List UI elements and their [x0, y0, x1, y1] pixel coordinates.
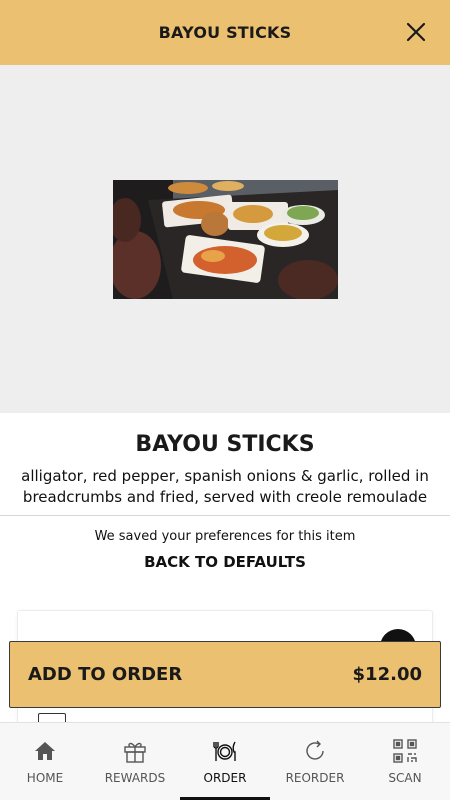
bottom-tab-bar: HOME REWARDS ORDER REORDER SCAN [0, 722, 450, 800]
tab-label: SCAN [388, 771, 422, 785]
refresh-icon [306, 740, 324, 760]
item-image-area [0, 65, 450, 413]
tab-label: HOME [26, 771, 64, 785]
home-icon [35, 742, 55, 760]
add-to-order-button[interactable]: ADD TO ORDER $12.00 [9, 641, 441, 708]
tab-home[interactable]: HOME [0, 723, 90, 800]
tab-order[interactable]: ORDER [180, 723, 270, 800]
item-title: BAYOU STICKS [135, 432, 315, 457]
item-photo [112, 179, 338, 299]
header-bar: BAYOU STICKS [0, 0, 450, 65]
preferences-note: We saved your preferences for this item [94, 529, 356, 544]
tab-label: REORDER [285, 771, 345, 785]
item-price: $12.00 [352, 664, 422, 685]
plate-cutlery-icon [213, 741, 236, 761]
tab-label: ORDER [203, 771, 247, 785]
add-to-order-label: ADD TO ORDER [28, 664, 183, 685]
tab-reorder[interactable]: REORDER [270, 723, 360, 800]
close-icon[interactable] [402, 18, 430, 46]
item-description: alligator, red pepper, spanish onions & … [21, 467, 429, 506]
page-title: BAYOU STICKS [158, 23, 292, 42]
gift-icon [124, 742, 146, 763]
tab-label: REWARDS [104, 771, 166, 785]
divider [0, 515, 450, 516]
back-to-defaults-button[interactable]: BACK TO DEFAULTS [0, 553, 450, 571]
qr-code-icon [393, 739, 417, 763]
tab-scan[interactable]: SCAN [360, 723, 450, 800]
tab-rewards[interactable]: REWARDS [90, 723, 180, 800]
